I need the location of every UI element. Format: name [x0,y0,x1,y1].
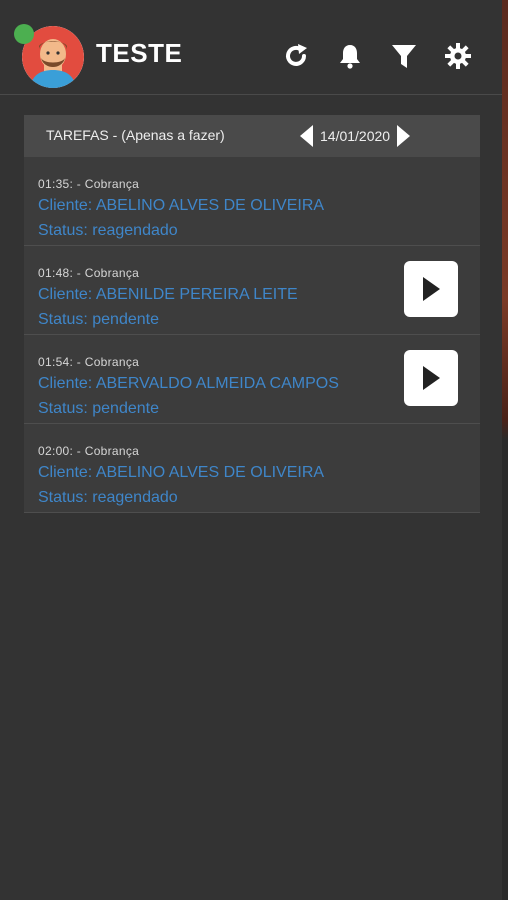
next-date-button[interactable] [394,123,412,149]
task-time: 01:48: - Cobrança [38,266,140,280]
play-icon [423,366,440,390]
task-item[interactable]: 02:00: - Cobrança Cliente: ABELINO ALVES… [24,424,480,513]
bell-icon[interactable] [334,40,366,72]
task-client[interactable]: Cliente: ABELINO ALVES DE OLIVEIRA [38,197,324,215]
task-client[interactable]: Cliente: ABERVALDO ALMEIDA CAMPOS [38,375,339,393]
task-item[interactable]: 01:35: - Cobrança Cliente: ABELINO ALVES… [24,157,480,246]
tasks-title: TAREFAS - (Apenas a fazer) [46,127,225,143]
task-item[interactable]: 01:48: - Cobrança Cliente: ABENILDE PERE… [24,246,480,335]
refresh-icon[interactable] [280,40,312,72]
task-time: 01:35: - Cobrança [38,177,140,191]
background-window-edge [502,0,508,900]
chevron-right-icon [397,125,411,147]
chevron-left-icon [300,125,313,147]
filter-icon[interactable] [388,40,420,72]
start-task-button[interactable] [404,350,458,406]
app-title: TESTE [96,38,183,68]
task-status: Status: reagendado [38,222,178,239]
tasks-card: TAREFAS - (Apenas a fazer) 14/01/2020 01… [24,115,480,513]
gear-icon[interactable] [442,40,474,72]
task-time: 01:54: - Cobrança [38,355,140,369]
task-time: 02:00: - Cobrança [38,444,140,458]
current-date: 14/01/2020 [320,128,391,144]
tasks-header: TAREFAS - (Apenas a fazer) 14/01/2020 [24,115,480,157]
task-client[interactable]: Cliente: ABENILDE PEREIRA LEITE [38,286,298,304]
task-status: Status: pendente [38,400,159,417]
task-status: Status: pendente [38,311,159,328]
task-client[interactable]: Cliente: ABELINO ALVES DE OLIVEIRA [38,464,324,482]
toolbar-icons [280,40,474,72]
start-task-button[interactable] [404,261,458,317]
online-status-dot [14,24,34,44]
top-bar: TESTE [0,0,502,95]
task-status: Status: reagendado [38,489,178,506]
date-navigator: 14/01/2020 [298,123,412,149]
play-icon [423,277,440,301]
app-panel: TESTE TAREFAS - (Apenas a fazer) 14/01/2… [0,0,502,900]
prev-date-button[interactable] [298,123,316,149]
task-item[interactable]: 01:54: - Cobrança Cliente: ABERVALDO ALM… [24,335,480,424]
